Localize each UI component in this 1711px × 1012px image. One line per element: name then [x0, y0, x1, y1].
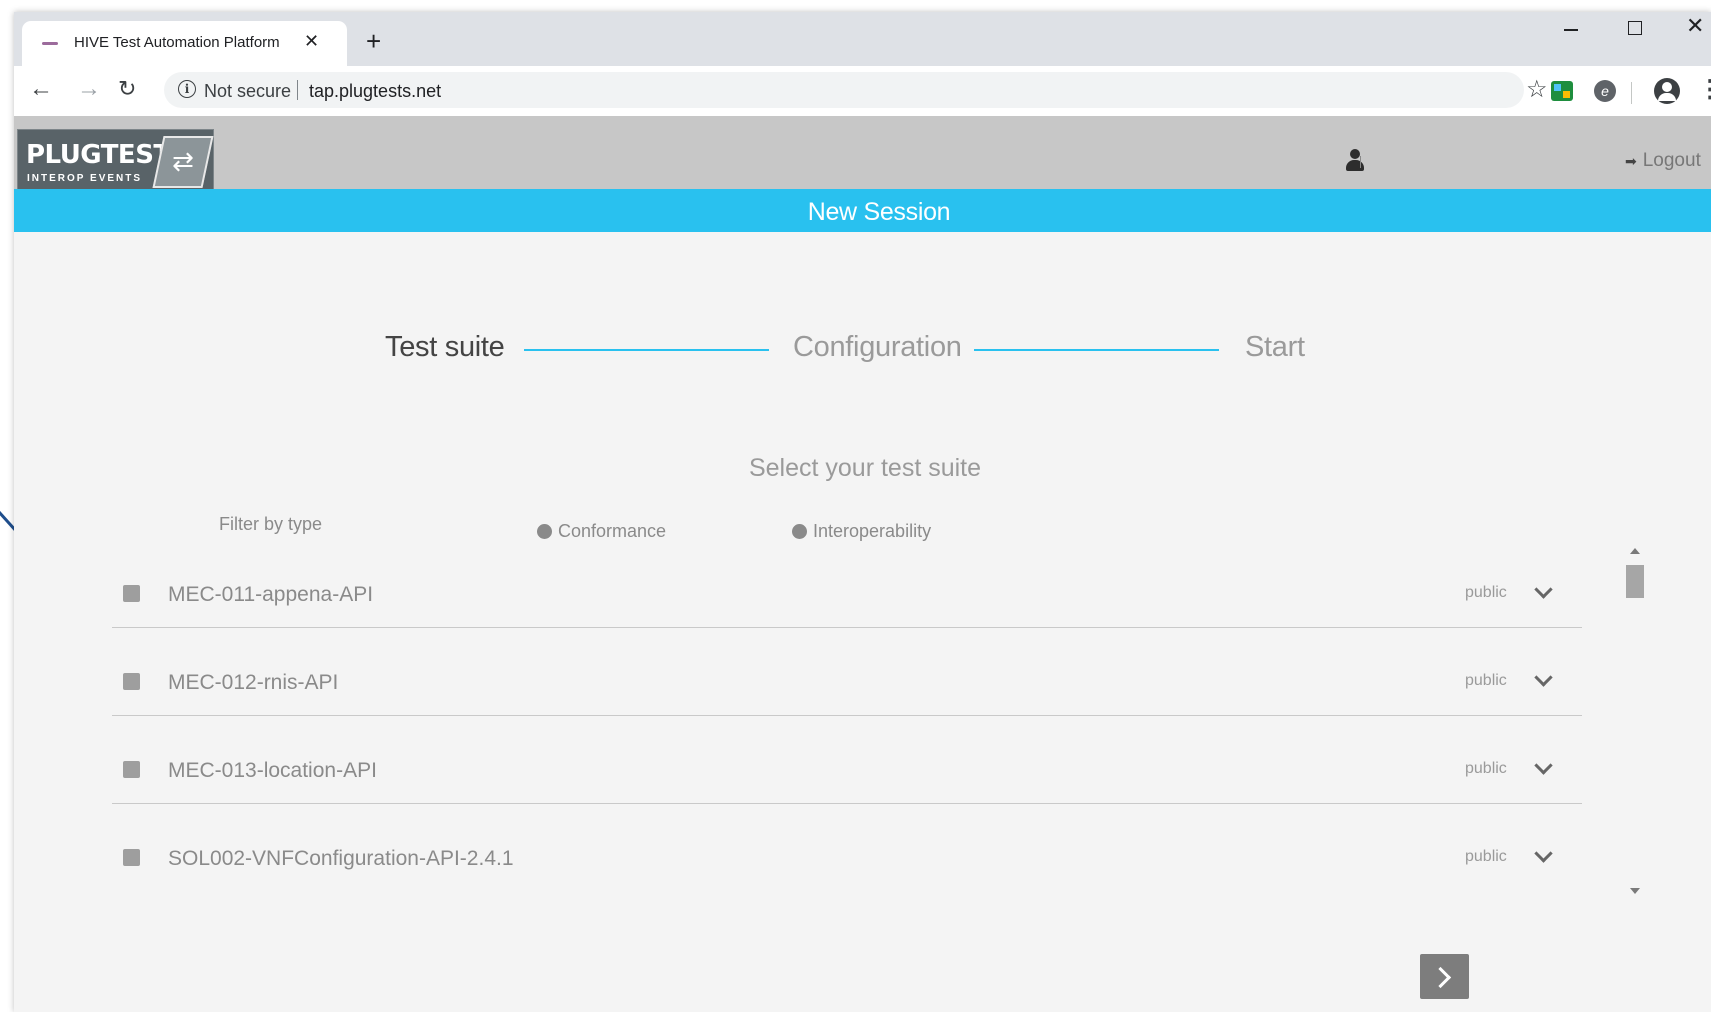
user-icon[interactable]: [1344, 149, 1366, 173]
plugtests-logo[interactable]: PLUGTESTS INTEROP EVENTS: [17, 129, 214, 196]
favicon-icon: [42, 42, 58, 45]
tab-strip: HIVE Test Automation Platform ✕ + ✕: [14, 12, 1711, 66]
toolbar-separator: [1631, 82, 1632, 104]
window-close-icon[interactable]: ✕: [1686, 13, 1704, 39]
logout-link[interactable]: ➡ Logout: [1625, 150, 1701, 172]
chevron-down-icon[interactable]: [1534, 668, 1553, 687]
forward-arrow-icon[interactable]: →: [77, 74, 101, 104]
suite-visibility: public: [1465, 584, 1507, 601]
suite-name: MEC-012-rnis-API: [168, 671, 339, 694]
filter-interoperability-label: Interoperability: [813, 521, 932, 541]
step-connector: [524, 349, 769, 351]
suite-visibility: public: [1465, 848, 1507, 865]
chevron-down-icon[interactable]: [1534, 580, 1553, 599]
address-bar[interactable]: i Not secure tap.plugtests.net ☆: [164, 72, 1548, 108]
suite-row[interactable]: MEC-011-appena-API public: [112, 540, 1582, 628]
list-scrollbar[interactable]: [1625, 544, 1645, 904]
scroll-up-icon[interactable]: [1630, 548, 1640, 554]
filter-conformance-label: Conformance: [558, 521, 667, 541]
chevron-right-icon: [1429, 966, 1452, 989]
filter-conformance[interactable]: Conformance: [537, 521, 666, 542]
suite-name: MEC-011-appena-API: [168, 583, 374, 606]
step-connector: [974, 349, 1219, 351]
logo-subtitle: INTEROP EVENTS: [27, 173, 143, 184]
back-arrow-icon[interactable]: ←: [29, 74, 53, 104]
chevron-down-icon[interactable]: [1534, 844, 1553, 863]
page-title-bar: New Session: [14, 189, 1711, 232]
next-button[interactable]: [1420, 954, 1469, 999]
minimize-icon[interactable]: [1564, 20, 1579, 35]
scroll-down-icon[interactable]: [1630, 888, 1640, 894]
extension-icon[interactable]: [1551, 81, 1573, 101]
tab-close-icon[interactable]: ✕: [304, 31, 319, 51]
reload-icon[interactable]: ↻: [118, 74, 136, 104]
suite-checkbox[interactable]: [123, 585, 140, 602]
sign-out-icon: ➡: [1625, 153, 1637, 169]
radio-dot-icon: [537, 524, 552, 539]
step-configuration[interactable]: Configuration: [793, 331, 962, 364]
logout-label: Logout: [1642, 150, 1701, 171]
security-label: Not secure: [204, 81, 292, 101]
bookmark-star-icon[interactable]: ☆: [1526, 76, 1548, 104]
suite-checkbox[interactable]: [123, 761, 140, 778]
suite-name: SOL002-VNFConfiguration-API-2.4.1: [168, 847, 514, 870]
url-text[interactable]: tap.plugtests.net: [309, 81, 441, 102]
page-title: New Session: [807, 198, 951, 226]
tab-title: HIVE Test Automation Platform: [74, 34, 280, 51]
menu-dots-icon[interactable]: ⋮: [1698, 75, 1711, 105]
maximize-icon[interactable]: [1628, 21, 1642, 35]
section-heading: Select your test suite: [748, 454, 982, 482]
chevron-down-icon[interactable]: [1534, 756, 1553, 775]
logo-arrows-icon: [152, 136, 214, 188]
browser-tab[interactable]: HIVE Test Automation Platform ✕: [22, 21, 347, 66]
profile-icon[interactable]: [1654, 78, 1680, 104]
suite-visibility: public: [1465, 672, 1507, 689]
suite-row[interactable]: MEC-013-location-API public: [112, 716, 1582, 804]
filter-interoperability[interactable]: Interoperability: [792, 521, 931, 542]
radio-dot-icon: [792, 524, 807, 539]
extension-2-icon[interactable]: e: [1594, 80, 1616, 102]
app-header: PLUGTESTS INTEROP EVENTS ➡ Logout: [14, 116, 1711, 196]
suite-name: MEC-013-location-API: [168, 759, 377, 782]
suite-checkbox[interactable]: [123, 849, 140, 866]
address-separator: [297, 80, 298, 100]
suite-list: MEC-011-appena-API public MEC-012-rnis-A…: [112, 540, 1584, 890]
new-tab-button[interactable]: +: [366, 28, 381, 54]
suite-row[interactable]: SOL002-VNFConfiguration-API-2.4.1 public: [112, 804, 1582, 890]
step-start[interactable]: Start: [1245, 331, 1305, 364]
suite-row[interactable]: MEC-012-rnis-API public: [112, 628, 1582, 716]
suite-checkbox[interactable]: [123, 673, 140, 690]
scroll-thumb[interactable]: [1626, 565, 1644, 598]
step-test-suite[interactable]: Test suite: [385, 331, 505, 364]
browser-toolbar: ← → ↻ i Not secure tap.plugtests.net ☆ e…: [14, 66, 1711, 116]
user-separator: [1360, 156, 1361, 168]
suite-visibility: public: [1465, 760, 1507, 777]
filter-label: Filter by type: [219, 514, 323, 534]
info-icon[interactable]: i: [178, 80, 196, 98]
